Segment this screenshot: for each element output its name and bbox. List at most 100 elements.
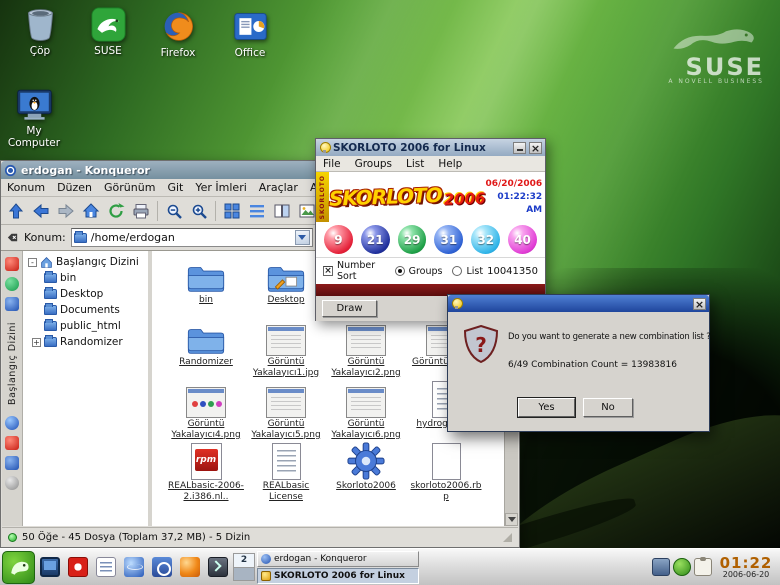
clear-location-icon[interactable] — [6, 231, 19, 244]
menu-duzen[interactable]: Düzen — [51, 179, 98, 197]
tab-network-icon[interactable] — [5, 416, 19, 430]
desktop-icon-my-computer[interactable]: My Computer — [2, 86, 66, 149]
file-item[interactable]: REALbasic License — [246, 441, 326, 503]
text-file-icon — [272, 443, 301, 480]
reload-button[interactable] — [104, 199, 128, 223]
resize-grip[interactable] — [503, 533, 512, 542]
launcher-konsole[interactable] — [205, 554, 231, 580]
file-item[interactable]: skorloto2006.rbp — [406, 441, 486, 503]
close-button[interactable] — [529, 142, 542, 154]
expander-icon[interactable]: + — [32, 338, 41, 347]
launcher-firefox[interactable] — [177, 554, 203, 580]
launcher-suse-help[interactable] — [65, 554, 91, 580]
file-item[interactable]: Görüntü Yakalayıcı2.png — [326, 317, 406, 379]
file-item[interactable]: Randomizer — [166, 317, 246, 379]
menu-git[interactable]: Git — [161, 179, 189, 197]
menu-help[interactable]: Help — [431, 158, 469, 170]
kmenu-button[interactable] — [2, 551, 35, 584]
file-item[interactable]: Görüntü Yakalayıcı4.png — [166, 379, 246, 441]
no-button[interactable]: No — [583, 398, 633, 417]
skorloto-menubar: File Groups List Help — [316, 156, 545, 172]
tab-home-icon[interactable] — [5, 297, 19, 311]
sidebar-tab-label[interactable]: Başlangıç Dizini — [7, 322, 18, 405]
icon-view-button[interactable] — [220, 199, 244, 223]
location-dropdown-button[interactable] — [295, 230, 310, 245]
skorloto-titlebar[interactable]: SKORLOTO 2006 for Linux — [316, 139, 545, 156]
tray-klipper-icon[interactable] — [694, 558, 712, 576]
minimize-button[interactable] — [513, 142, 526, 154]
menu-file[interactable]: File — [316, 158, 348, 170]
back-button[interactable] — [29, 199, 53, 223]
pager-desktop-1[interactable] — [234, 568, 254, 580]
task-label: SKORLOTO 2006 for Linux — [274, 571, 405, 581]
file-item[interactable]: Skorloto2006 — [326, 441, 406, 503]
launcher-my-computer[interactable] — [37, 554, 63, 580]
tab-bookmarks-icon[interactable] — [5, 257, 19, 271]
arrow-down-icon — [508, 517, 516, 526]
zoom-in-icon — [190, 202, 208, 220]
menu-list[interactable]: List — [399, 158, 431, 170]
tree-item[interactable]: bin — [24, 270, 148, 286]
tree-item[interactable]: Documents — [24, 302, 148, 318]
list-view-button[interactable] — [245, 199, 269, 223]
file-item[interactable]: Görüntü Yakalayıcı5.png — [246, 379, 326, 441]
forward-icon — [57, 202, 75, 220]
task-konqueror[interactable]: erdogan - Konqueror — [257, 551, 419, 567]
zoom-in-button[interactable] — [187, 199, 211, 223]
options-row: Number Sort Groups List 10041350 — [316, 258, 545, 284]
file-item[interactable]: Görüntü Yakalayıcı1.jpg — [246, 317, 326, 379]
menu-groups[interactable]: Groups — [348, 158, 399, 170]
desktop-icon-trash[interactable]: Çöp — [8, 6, 72, 57]
draw-button[interactable]: Draw — [322, 300, 377, 317]
groups-radio[interactable] — [395, 266, 405, 276]
suse-gecko-icon — [6, 554, 32, 580]
location-input[interactable]: /home/erdogan — [71, 228, 313, 247]
menu-konum[interactable]: Konum — [1, 179, 51, 197]
tree-item[interactable]: Desktop — [24, 286, 148, 302]
desktop-icon-firefox[interactable]: Firefox — [146, 8, 210, 59]
tab-trash-icon[interactable] — [5, 476, 19, 490]
logo-year: 2006 — [444, 189, 486, 208]
menu-araclar[interactable]: Araçlar — [253, 179, 304, 197]
tray-suse-watcher-icon[interactable] — [673, 558, 691, 576]
expander-icon[interactable]: - — [28, 258, 37, 267]
tab-history-icon[interactable] — [5, 277, 19, 291]
print-button[interactable] — [129, 199, 153, 223]
tree-item-root[interactable]: - Başlangıç Dizini — [24, 254, 148, 270]
pager-desktop-2[interactable]: 2 — [234, 554, 254, 568]
file-item[interactable]: rpm REALbasic-2006-2.i386.nl.. — [166, 441, 246, 503]
taskbar-clock[interactable]: 01:22 2006-06-20 — [714, 556, 778, 579]
launcher-konqueror[interactable] — [121, 554, 147, 580]
tab-root-folder-icon[interactable] — [5, 436, 19, 450]
list-radio[interactable] — [452, 266, 462, 276]
file-item[interactable]: Görüntü Yakalayıcı6.png — [326, 379, 406, 441]
close-button[interactable] — [693, 298, 706, 310]
launcher-office-writer[interactable] — [93, 554, 119, 580]
home-button[interactable] — [79, 199, 103, 223]
menu-gorunum[interactable]: Görünüm — [98, 179, 161, 197]
split-view-button[interactable] — [270, 199, 294, 223]
menu-yer-imleri[interactable]: Yer İmleri — [189, 179, 252, 197]
task-label: erdogan - Konqueror — [274, 554, 367, 564]
bulb-icon — [451, 298, 462, 309]
file-name: skorloto2006.rbp — [406, 481, 486, 502]
launcher-kontact[interactable] — [149, 554, 175, 580]
zoom-out-button[interactable] — [162, 199, 186, 223]
dialog-titlebar[interactable] — [448, 295, 709, 312]
tab-services-icon[interactable] — [5, 456, 19, 470]
desktop-icon-suse[interactable]: SUSE — [76, 6, 140, 57]
forward-button[interactable] — [54, 199, 78, 223]
tray-display-icon[interactable] — [652, 558, 670, 576]
task-skorloto[interactable]: SKORLOTO 2006 for Linux — [257, 568, 419, 584]
file-item[interactable]: Desktop — [246, 255, 326, 317]
up-button[interactable] — [4, 199, 28, 223]
desktop-icon-office[interactable]: Office — [218, 8, 282, 59]
file-item[interactable]: bin — [166, 255, 246, 317]
scroll-down-button[interactable] — [505, 513, 518, 526]
preview-icon — [298, 202, 316, 220]
desktop-pager[interactable]: 2 — [233, 553, 255, 581]
tree-item[interactable]: public_html — [24, 318, 148, 334]
number-sort-checkbox[interactable] — [323, 266, 333, 276]
yes-button[interactable]: Yes — [518, 398, 575, 417]
tree-item[interactable]: +Randomizer — [24, 334, 148, 350]
